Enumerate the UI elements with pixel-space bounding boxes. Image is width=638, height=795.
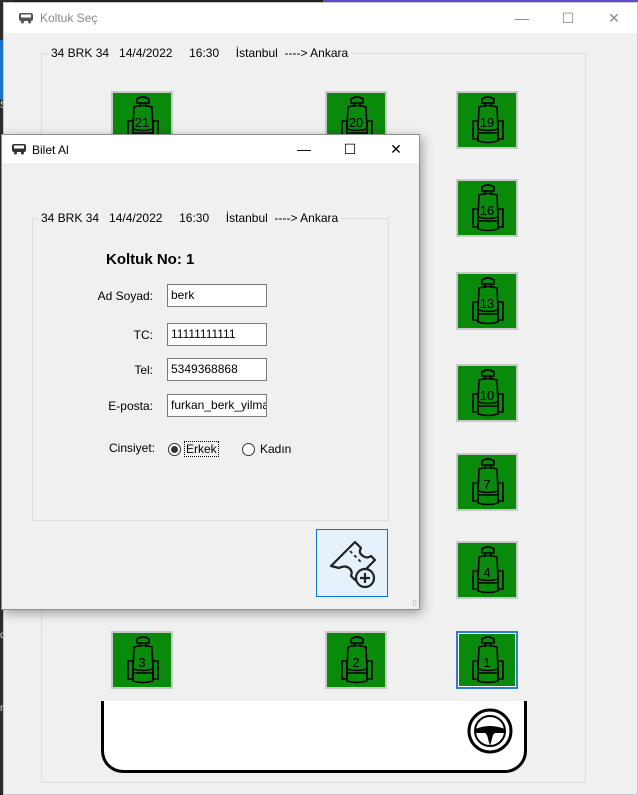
seat-number: 16 <box>479 203 495 218</box>
close-icon: ✕ <box>390 140 402 157</box>
seat-number: 13 <box>479 296 495 311</box>
name-label: Ad Soyad: <box>97 289 153 303</box>
tc-label: TC: <box>133 328 153 342</box>
seat-13-button[interactable]: 13 <box>456 272 518 330</box>
seat-number: 4 <box>483 565 491 580</box>
main-title-bar: Koltuk Seç — ☐ ✕ <box>4 3 637 33</box>
maximize-icon: ☐ <box>343 140 357 157</box>
gender-female-radio[interactable] <box>242 443 255 456</box>
close-button[interactable]: ✕ <box>591 3 637 33</box>
seat-number: 21 <box>134 115 150 130</box>
seat-4-button[interactable]: 4 <box>456 541 518 599</box>
steering-wheel-icon <box>466 707 514 758</box>
dialog-title: Bilet Al <box>32 143 69 157</box>
email-input[interactable]: furkan_berk_yilma <box>167 394 267 417</box>
seat-10-button[interactable]: 10 <box>456 364 518 422</box>
ticket-add-icon <box>325 536 379 593</box>
minimize-icon: — <box>515 10 529 26</box>
resize-grip[interactable]: ⁞⁞ <box>413 600 417 608</box>
seat-number: 19 <box>479 115 495 130</box>
maximize-button[interactable]: ☐ <box>545 3 591 33</box>
seat-number: 2 <box>352 655 360 670</box>
name-input[interactable]: berk <box>167 284 267 307</box>
dialog-minimize-button[interactable]: — <box>281 135 327 163</box>
seat-3-button[interactable]: 3 <box>111 631 173 689</box>
bus-icon <box>11 143 27 158</box>
minimize-button[interactable]: — <box>499 3 545 33</box>
close-icon: ✕ <box>608 9 620 26</box>
bus-icon <box>18 12 34 27</box>
minimize-icon: — <box>297 141 311 157</box>
seat-number: 1 <box>483 655 491 670</box>
seat-number: 20 <box>348 115 364 130</box>
seat-16-button[interactable]: 16 <box>456 179 518 237</box>
main-window-title: Koltuk Seç <box>40 11 98 25</box>
seat-7-button[interactable]: 7 <box>456 453 518 511</box>
tel-input[interactable]: 5349368868 <box>167 358 267 381</box>
gender-male-radio[interactable] <box>168 443 181 456</box>
seat-number: 3 <box>138 655 146 670</box>
bus-front-panel <box>101 701 527 773</box>
email-label: E-posta: <box>108 399 153 413</box>
seat-number: 7 <box>483 477 491 492</box>
buy-ticket-button[interactable] <box>316 529 388 597</box>
gender-male-label[interactable]: Erkek <box>184 441 219 457</box>
dialog-title-bar: Bilet Al — ☐ ✕ <box>2 135 419 163</box>
dialog-maximize-button[interactable]: ☐ <box>327 135 373 163</box>
gender-female-label[interactable]: Kadın <box>260 442 291 456</box>
seat-number-heading: Koltuk No: 1 <box>106 251 195 268</box>
gender-label: Cinsiyet: <box>108 441 155 455</box>
trip-info-label: 34 BRK 34 14/4/2022 16:30 İstanbul ---->… <box>48 46 352 60</box>
dialog-trip-info-label: 34 BRK 34 14/4/2022 16:30 İstanbul ---->… <box>38 211 342 225</box>
seat-2-button[interactable]: 2 <box>325 631 387 689</box>
dialog-close-button[interactable]: ✕ <box>373 135 419 163</box>
seat-1-button[interactable]: 1 <box>456 631 518 689</box>
seat-number: 10 <box>479 388 495 403</box>
seat-19-button[interactable]: 19 <box>456 91 518 149</box>
maximize-icon: ☐ <box>561 9 575 26</box>
buy-ticket-dialog: Bilet Al — ☐ ✕ 34 BRK 34 14/4/2022 16:30… <box>1 134 420 610</box>
tel-label: Tel: <box>134 363 153 377</box>
tc-input[interactable]: 11111111111 <box>167 323 267 346</box>
